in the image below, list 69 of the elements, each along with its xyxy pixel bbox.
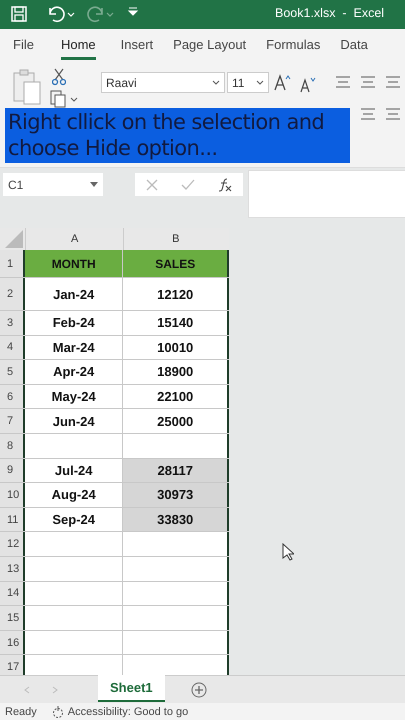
shrink-font-icon[interactable] bbox=[300, 76, 318, 94]
accessibility-icon[interactable] bbox=[50, 706, 65, 718]
table-cell: May-24 bbox=[24, 384, 124, 408]
align-icon[interactable] bbox=[335, 76, 351, 88]
font-field[interactable]: Raavi bbox=[101, 72, 225, 93]
copy-icon[interactable] bbox=[50, 90, 78, 108]
ribbon-tab[interactable]: File bbox=[13, 31, 34, 60]
caption-banner: Right cllick on the selection and choose Hide option... bbox=[5, 108, 350, 163]
table-cell: Mar-24 bbox=[24, 336, 124, 360]
mouse-pointer-icon bbox=[282, 543, 294, 561]
align-icon[interactable] bbox=[360, 76, 376, 88]
row-header[interactable]: 7 bbox=[0, 409, 25, 433]
sheet-tab[interactable]: Sheet1 bbox=[98, 675, 165, 702]
row-header[interactable]: 3 bbox=[0, 311, 25, 335]
table-cell: Feb-24 bbox=[24, 311, 124, 335]
table-cell: 28117 bbox=[123, 458, 229, 482]
row-header[interactable]: 16 bbox=[0, 630, 25, 654]
add-sheet-icon[interactable] bbox=[190, 682, 207, 698]
table-cell: Apr-24 bbox=[24, 360, 124, 384]
font-size-field[interactable]: 11 bbox=[227, 72, 269, 93]
table-cell: Jan-24 bbox=[24, 278, 124, 310]
align-icon[interactable] bbox=[385, 76, 401, 88]
table-header-cell: SALES bbox=[123, 250, 229, 277]
row-header[interactable]: 12 bbox=[0, 532, 25, 556]
table-cell: 33830 bbox=[123, 508, 229, 532]
ribbon-tab[interactable]: Data bbox=[340, 31, 368, 60]
row-header[interactable]: 11 bbox=[0, 508, 25, 532]
row-header[interactable]: 1 bbox=[0, 250, 25, 277]
table-cell: 12120 bbox=[123, 278, 229, 310]
corner-triangle-icon bbox=[4, 230, 23, 248]
caret-icon bbox=[90, 182, 98, 187]
accessibility-status[interactable]: Accessibility: Good to go bbox=[68, 706, 188, 718]
table-cell: 25000 bbox=[123, 409, 229, 433]
row-header[interactable]: 6 bbox=[0, 384, 25, 408]
grow-font-icon[interactable] bbox=[274, 74, 292, 92]
function-icon[interactable] bbox=[218, 178, 232, 192]
table-header-cell: MONTH bbox=[24, 250, 124, 277]
table-cell: Jun-24 bbox=[24, 409, 124, 433]
ribbon-tab[interactable]: Formulas bbox=[266, 31, 320, 60]
customize-icon[interactable] bbox=[127, 5, 139, 17]
row-header[interactable]: 5 bbox=[0, 360, 25, 384]
undo-icon[interactable] bbox=[46, 5, 76, 23]
table-cell: 30973 bbox=[123, 483, 229, 507]
caret-icon bbox=[256, 80, 264, 85]
name-box[interactable]: C1 bbox=[3, 173, 103, 196]
scissors-icon[interactable] bbox=[52, 68, 66, 86]
table-cell: 10010 bbox=[123, 336, 229, 360]
formula-field[interactable] bbox=[248, 170, 405, 218]
row-header[interactable]: 9 bbox=[0, 458, 25, 482]
row-header[interactable]: 10 bbox=[0, 483, 25, 507]
row-header[interactable]: 2 bbox=[0, 278, 25, 310]
row-header[interactable]: 13 bbox=[0, 556, 25, 581]
caret-icon bbox=[212, 80, 220, 85]
check-icon[interactable] bbox=[180, 178, 195, 190]
ribbon-tab[interactable]: Insert bbox=[120, 31, 154, 60]
table-cell: 22100 bbox=[123, 384, 229, 408]
row-header[interactable]: 4 bbox=[0, 336, 25, 360]
align-icon[interactable] bbox=[360, 108, 376, 120]
ribbon-tab[interactable]: Page Layout bbox=[173, 31, 246, 60]
table-cell: 15140 bbox=[123, 311, 229, 335]
save-icon[interactable] bbox=[10, 5, 28, 23]
window-title: Book1.xlsx - Excel bbox=[275, 6, 384, 20]
row-header[interactable]: 14 bbox=[0, 582, 25, 606]
row-header[interactable]: 17 bbox=[0, 655, 25, 675]
row-header[interactable]: 15 bbox=[0, 606, 25, 630]
row-header[interactable]: 8 bbox=[0, 434, 25, 458]
status-text: Ready bbox=[5, 706, 37, 718]
table-cell: 18900 bbox=[123, 360, 229, 384]
align-icon[interactable] bbox=[385, 108, 401, 120]
